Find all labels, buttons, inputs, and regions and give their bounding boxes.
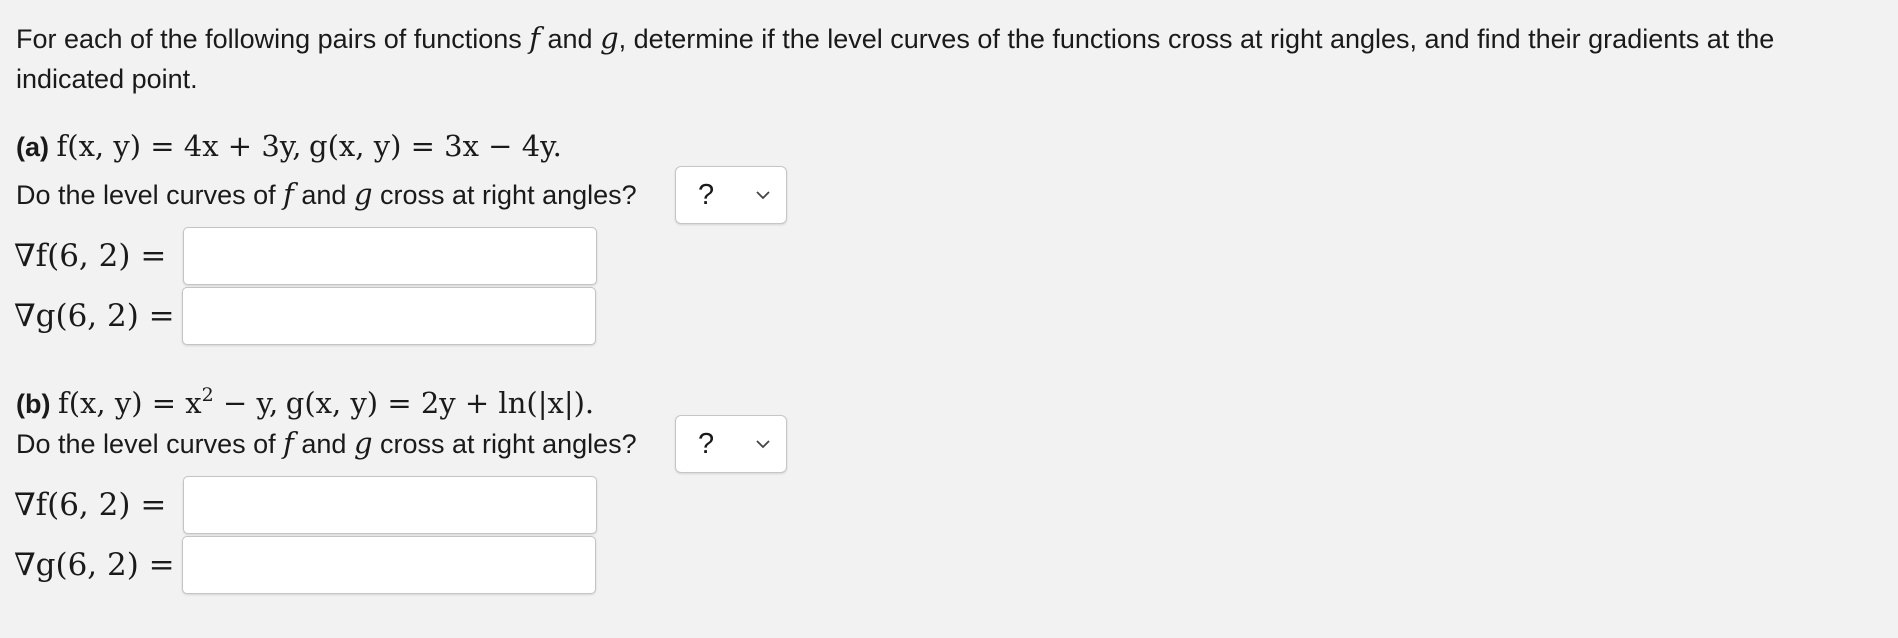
chevron-down-icon [756, 440, 770, 449]
part-b-grad-f-input[interactable] [183, 476, 597, 534]
question-text: cross at right angles? [372, 180, 637, 210]
question-text: Do the level curves of [16, 180, 284, 210]
part-b-question: Do the level curves of f and g cross at … [16, 423, 637, 464]
question-text: and [293, 429, 354, 459]
part-a-heading: (a) f(x, y) = 4x + 3y, g(x, y) = 3x − 4y… [16, 126, 562, 167]
part-b-grad-g-label: ∇g(6, 2) = [14, 547, 175, 583]
part-b-heading: (b) f(x, y) = x2 − y, g(x, y) = 2y + ln(… [16, 375, 594, 424]
select-value: ? [698, 427, 715, 460]
part-b-grad-g-input[interactable] [182, 536, 596, 594]
problem-page: For each of the following pairs of funct… [0, 0, 1898, 638]
part-b-grad-f-label: ∇f(6, 2) = [14, 487, 167, 523]
question-g: g [353, 426, 373, 460]
part-b-f-exponent: 2 [201, 384, 214, 406]
question-text: and [293, 180, 354, 210]
part-a-f-definition: f(x, y) = 4x + 3y, [56, 129, 302, 163]
part-a-question: Do the level curves of f and g cross at … [16, 174, 637, 215]
instructions-segment: and [540, 24, 601, 54]
part-b-g-definition: g(x, y) = 2y + ln(|x|). [285, 386, 595, 420]
part-b-right-angles-select[interactable]: ? [675, 415, 787, 473]
instructions-text: For each of the following pairs of funct… [16, 18, 1886, 99]
part-a-right-angles-select[interactable]: ? [675, 166, 787, 224]
part-b-f-definition-rest: − y, [213, 386, 279, 420]
part-a-label: (a) [16, 132, 49, 162]
part-a-g-definition: g(x, y) = 3x − 4y. [309, 129, 562, 163]
question-text: cross at right angles? [372, 429, 637, 459]
question-text: Do the level curves of [16, 429, 284, 459]
select-value: ? [698, 178, 715, 211]
instructions-g: g [600, 21, 619, 55]
part-a-grad-f-input[interactable] [183, 227, 597, 285]
part-b-label: (b) [16, 389, 51, 419]
part-a-grad-f-label: ∇f(6, 2) = [14, 238, 167, 274]
question-f: f [283, 426, 294, 460]
question-g: g [353, 177, 373, 211]
instructions-segment: For each of the following pairs of funct… [16, 24, 530, 54]
chevron-down-icon [756, 191, 770, 200]
part-a-grad-g-label: ∇g(6, 2) = [14, 298, 175, 334]
question-f: f [283, 177, 294, 211]
part-a-grad-g-input[interactable] [182, 287, 596, 345]
part-b-f-definition: f(x, y) = x [58, 386, 202, 420]
instructions-f: f [529, 21, 541, 55]
